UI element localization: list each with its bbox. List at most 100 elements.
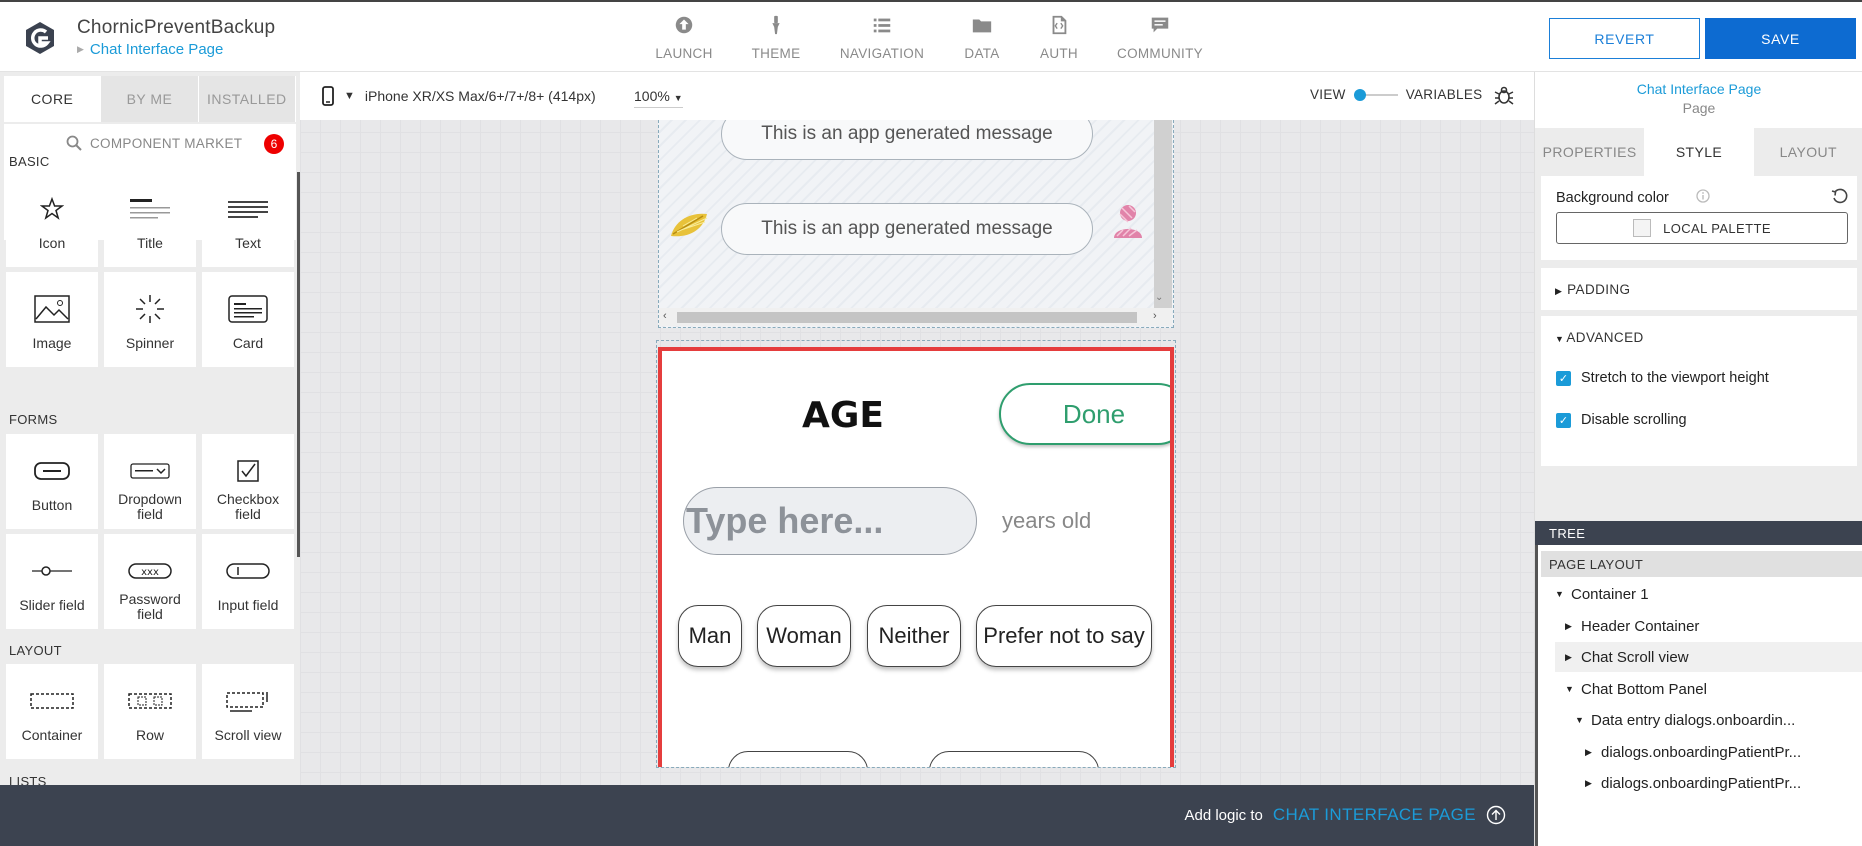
- chat-scroll-view[interactable]: This is an app generated message This is…: [658, 120, 1174, 328]
- nav-navigation-label: NAVIGATION: [839, 46, 925, 61]
- tab-core[interactable]: CORE: [4, 76, 102, 122]
- component-input-field[interactable]: Input field: [202, 534, 294, 629]
- padding-header: ▶ PADDING: [1555, 282, 1630, 297]
- partial-option-button[interactable]: [929, 751, 1099, 767]
- component-title[interactable]: Title: [104, 172, 196, 267]
- component-scroll-view[interactable]: Scroll view: [202, 664, 294, 759]
- panel-title[interactable]: Chat Interface Page: [1535, 81, 1862, 97]
- vertical-scrollbar[interactable]: [1154, 120, 1172, 310]
- component-dropdown-field[interactable]: Dropdown field: [104, 434, 196, 529]
- nav-community[interactable]: COMMUNITY: [1116, 14, 1204, 61]
- tab-properties[interactable]: PROPERTIES: [1535, 128, 1644, 176]
- design-canvas: ▼ iPhone XR/XS Max/6+/7+/8+ (414px) 100%…: [300, 72, 1534, 785]
- age-input[interactable]: Type here...: [683, 487, 977, 555]
- section-basic: BASIC: [9, 154, 50, 169]
- component-title-label: Title: [137, 235, 163, 251]
- tree-scrollbar[interactable]: [1535, 545, 1538, 846]
- nav-theme-label: THEME: [751, 46, 801, 61]
- nav-data-label: DATA: [964, 46, 1000, 61]
- component-card[interactable]: Card: [202, 272, 294, 367]
- nav-data[interactable]: DATA: [960, 14, 1004, 61]
- option-prefer-not-to-say-button[interactable]: Prefer not to say: [976, 605, 1152, 667]
- section-forms: FORMS: [9, 412, 58, 427]
- scroll-down-arrow-icon[interactable]: ⌄: [1155, 292, 1163, 303]
- component-password-field[interactable]: xxx Password field: [104, 534, 196, 629]
- view-label: VIEW: [1310, 87, 1346, 102]
- advanced-section: ▼ ADVANCED ✓ Stretch to the viewport hei…: [1541, 316, 1857, 466]
- zoom-selector[interactable]: 100% ▼: [634, 88, 683, 108]
- tree-node-chat-scroll-view[interactable]: ▶ Chat Scroll view: [1555, 642, 1862, 672]
- toggle-switch[interactable]: [1353, 88, 1398, 101]
- save-button[interactable]: SAVE: [1705, 18, 1856, 59]
- component-button[interactable]: Button: [6, 434, 98, 529]
- component-icon[interactable]: Icon: [6, 172, 98, 267]
- nav-launch[interactable]: LAUNCH: [651, 14, 717, 61]
- option-neither-button[interactable]: Neither: [867, 605, 961, 667]
- local-palette-button[interactable]: LOCAL PALETTE: [1556, 212, 1848, 244]
- tree-node-container-1[interactable]: ▼ Container 1: [1555, 579, 1855, 609]
- tab-style[interactable]: STYLE: [1644, 128, 1754, 176]
- view-variables-toggle[interactable]: VIEW VARIABLES: [1310, 87, 1482, 102]
- nav-auth[interactable]: AUTH: [1038, 14, 1080, 61]
- revert-button[interactable]: REVERT: [1549, 18, 1700, 59]
- component-image[interactable]: Image: [6, 272, 98, 367]
- tab-layout[interactable]: LAYOUT: [1754, 128, 1862, 176]
- device-selector[interactable]: ▼ iPhone XR/XS Max/6+/7+/8+ (414px): [322, 86, 596, 106]
- scrollbar-thumb[interactable]: [677, 312, 1137, 323]
- add-logic-link[interactable]: Add logic to CHAT INTERFACE PAGE: [1184, 805, 1506, 825]
- info-icon[interactable]: [1696, 189, 1710, 208]
- component-market-link[interactable]: COMPONENT MARKET: [66, 135, 242, 151]
- component-market-label: COMPONENT MARKET: [90, 135, 243, 151]
- tab-by-me[interactable]: BY ME: [101, 76, 199, 122]
- scroll-left-arrow-icon[interactable]: ‹: [663, 310, 667, 322]
- app-logo-icon[interactable]: [20, 18, 60, 58]
- horizontal-scrollbar[interactable]: ‹ ›: [659, 308, 1172, 326]
- add-logic-target[interactable]: CHAT INTERFACE PAGE: [1273, 805, 1476, 825]
- partial-option-button[interactable]: [728, 751, 868, 767]
- option-man-button[interactable]: Man: [678, 605, 742, 667]
- disable-scrolling-checkbox[interactable]: ✓ Disable scrolling: [1556, 412, 1687, 428]
- tree-node-label: Data entry dialogs.onboardin...: [1591, 711, 1796, 729]
- component-spinner[interactable]: Spinner: [104, 272, 196, 367]
- device-label: iPhone XR/XS Max/6+/7+/8+ (414px): [364, 88, 596, 104]
- tree-node-label: Container 1: [1571, 585, 1649, 603]
- nav-theme[interactable]: THEME: [746, 14, 806, 61]
- tree-node-data-entry[interactable]: ▼ Data entry dialogs.onboardin...: [1575, 705, 1862, 735]
- tree-node-header-container[interactable]: ▶ Header Container: [1565, 611, 1855, 641]
- caret-down-icon: ▼: [673, 93, 683, 103]
- component-card-label: Card: [232, 335, 264, 351]
- component-text[interactable]: Text: [202, 172, 294, 267]
- checkbox-checked-icon[interactable]: ✓: [1556, 370, 1571, 386]
- caret-right-icon: ▶: [1565, 651, 1572, 662]
- done-button[interactable]: Done: [999, 383, 1170, 445]
- zoom-value: 100%: [634, 88, 670, 104]
- component-slider-field[interactable]: Slider field: [6, 534, 98, 629]
- arrow-up-circle-icon[interactable]: [1486, 805, 1506, 825]
- component-container[interactable]: Container: [6, 664, 98, 759]
- component-slider-label: Slider field: [19, 597, 85, 613]
- component-sidebar: CORE BY ME INSTALLED COMPONENT MARKET 6 …: [0, 72, 300, 785]
- component-checkbox-field[interactable]: Checkbox field: [202, 434, 294, 529]
- nav-navigation[interactable]: NAVIGATION: [836, 14, 928, 61]
- tab-installed[interactable]: INSTALLED: [199, 76, 296, 122]
- page-breadcrumb[interactable]: ▶ Chat Interface Page: [77, 41, 223, 58]
- navigation-list-icon: [836, 14, 928, 38]
- tree-node-chat-bottom-panel[interactable]: ▼ Chat Bottom Panel: [1565, 674, 1855, 704]
- debug-bug-icon[interactable]: [1493, 84, 1515, 111]
- scroll-right-arrow-icon[interactable]: ›: [1153, 310, 1157, 322]
- padding-section[interactable]: ▶ PADDING: [1541, 268, 1857, 310]
- reset-icon[interactable]: [1831, 188, 1849, 211]
- stretch-viewport-checkbox[interactable]: ✓ Stretch to the viewport height: [1556, 370, 1769, 386]
- component-row[interactable]: Row: [104, 664, 196, 759]
- background-color-section: Background color LOCAL PALETTE: [1541, 176, 1857, 260]
- tree-node-dialog[interactable]: ▶ dialogs.onboardingPatientPr...: [1585, 737, 1862, 767]
- option-woman-button[interactable]: Woman: [757, 605, 851, 667]
- tree-node-label: Header Container: [1581, 617, 1700, 635]
- tree-node-dialog[interactable]: ▶ dialogs.onboardingPatientPr...: [1585, 768, 1862, 798]
- chat-bottom-panel[interactable]: AGE Done Type here... years old Man Woma…: [658, 347, 1174, 767]
- add-logic-prefix: Add logic to: [1184, 806, 1263, 824]
- component-password-label: Password field: [119, 591, 181, 622]
- component-container-label: Container: [21, 727, 83, 743]
- checkbox-checked-icon[interactable]: ✓: [1556, 412, 1571, 428]
- advanced-header[interactable]: ▼ ADVANCED: [1555, 330, 1644, 345]
